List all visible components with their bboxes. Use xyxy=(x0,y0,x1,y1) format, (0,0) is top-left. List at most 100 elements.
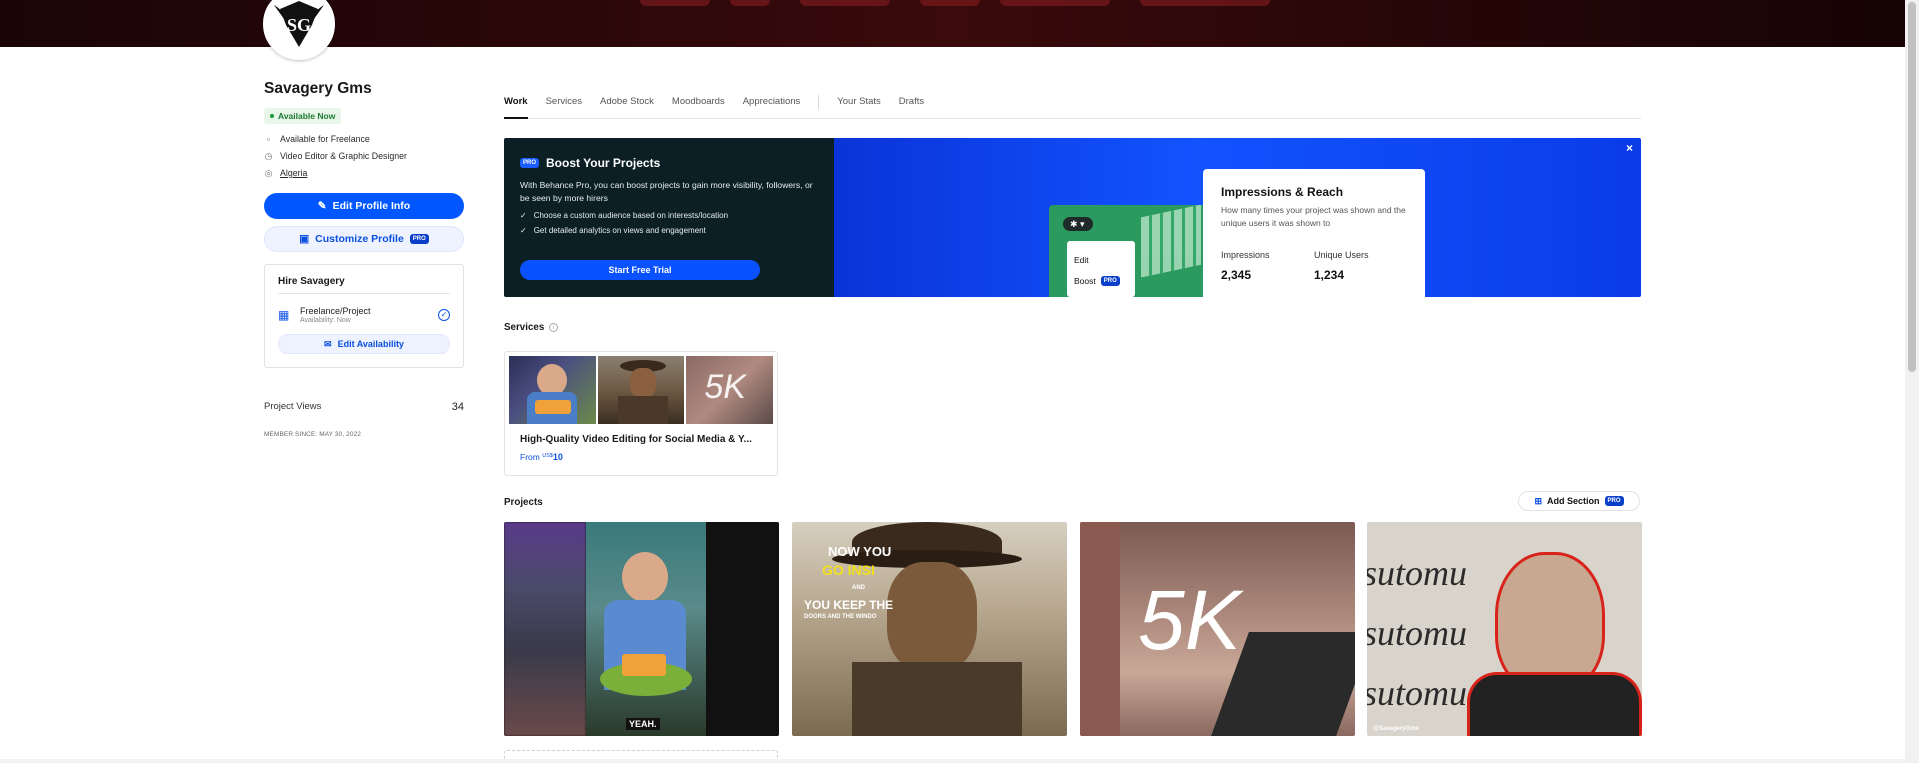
price-currency: US$ xyxy=(542,453,553,459)
edit-availability-button[interactable]: ✉ Edit Availability xyxy=(278,334,450,354)
unique-users-label: Unique Users xyxy=(1314,250,1369,260)
info-icon[interactable]: i xyxy=(549,323,559,332)
check-icon: ✓ xyxy=(520,211,527,220)
location-link[interactable]: Algeria xyxy=(280,168,307,178)
project-views: Project Views 34 xyxy=(264,401,464,413)
promo-check-2: ✓ Get detailed analytics on views and eng… xyxy=(520,226,818,235)
project-4-word-1: sutomu xyxy=(1367,553,1468,593)
price-value: 10 xyxy=(552,452,563,462)
add-section-icon: ⊞ xyxy=(1534,495,1542,506)
impressions-label: Impressions xyxy=(1221,250,1270,260)
edit-profile-label: Edit Profile Info xyxy=(332,200,411,212)
edit-profile-button[interactable]: ✎ Edit Profile Info xyxy=(264,193,464,219)
info-occupation: ◷ Video Editor & Graphic Designer xyxy=(264,151,464,161)
page-scrollbar[interactable] xyxy=(1905,0,1919,763)
check-circle-icon: ✓ xyxy=(438,309,450,321)
project-4-word-3: sutomu xyxy=(1367,673,1468,713)
pro-badge: PRO xyxy=(409,234,429,244)
tab-appreciations[interactable]: Appreciations xyxy=(743,96,801,119)
project-2-line2: GO INSI xyxy=(822,562,875,578)
promo-description: With Behance Pro, you can boost projects… xyxy=(520,180,813,203)
mock-menu-edit: Edit xyxy=(1074,249,1128,270)
tab-work[interactable]: Work xyxy=(504,96,528,119)
services-heading-text: Services xyxy=(504,322,545,333)
profile-sidebar: Savagery Gms Available Now ▫ Available f… xyxy=(264,80,464,438)
project-3-caption: 5K xyxy=(1138,573,1241,667)
status-badge: Available Now xyxy=(264,108,342,124)
logo-icon: SG xyxy=(274,1,324,47)
info-occupation-text: Video Editor & Graphic Designer xyxy=(280,151,407,161)
services-heading: Services i xyxy=(504,322,559,333)
tab-adobe-stock[interactable]: Adobe Stock xyxy=(600,96,654,119)
projects-heading-text: Projects xyxy=(504,497,543,508)
impressions-card: Impressions & Reach How many times your … xyxy=(1203,169,1425,297)
service-thumb-3: 5K xyxy=(686,356,774,424)
project-card-4[interactable]: sutomu sutomu sutomu @SavageryGms xyxy=(1367,522,1642,736)
profile-tabs: Work Services Adobe Stock Moodboards App… xyxy=(504,95,1641,119)
add-section-label: Add Section xyxy=(1547,496,1600,506)
project-1-caption: YEAH. xyxy=(626,718,660,730)
project-2-line1: NOW YOU xyxy=(828,544,892,559)
project-2-line4: YOU KEEP THE xyxy=(804,598,894,612)
start-free-trial-button[interactable]: Start Free Trial xyxy=(520,260,760,280)
promo-title: Boost Your Projects xyxy=(546,156,661,170)
promo-text-panel: PRO Boost Your Projects With Behance Pro… xyxy=(504,138,834,297)
scrollbar-thumb[interactable] xyxy=(1908,2,1916,372)
tab-divider xyxy=(818,95,820,109)
tab-your-stats[interactable]: Your Stats xyxy=(837,96,880,119)
close-icon[interactable]: × xyxy=(1626,141,1633,155)
customize-profile-label: Customize Profile xyxy=(315,233,404,245)
promo-visual-panel: × ✱ ▾ Edit Boost PRO Impressions & Reach … xyxy=(834,138,1641,297)
project-views-label: Project Views xyxy=(264,401,322,412)
tab-moodboards[interactable]: Moodboards xyxy=(672,96,725,119)
service-thumb-1 xyxy=(509,356,596,424)
promo-check-1-text: Choose a custom audience based on intere… xyxy=(533,211,729,220)
project-card-1[interactable]: YEAH. xyxy=(504,522,779,736)
info-freelance-text: Available for Freelance xyxy=(280,134,370,144)
avatar[interactable]: SG xyxy=(263,0,335,60)
project-card-2[interactable]: NOW YOU GO INSI AND YOU KEEP THE DOORS A… xyxy=(792,522,1067,736)
info-location[interactable]: ◎ Algeria xyxy=(264,168,464,178)
mock-grid xyxy=(1141,205,1201,278)
promo-mock-menu: Edit Boost PRO xyxy=(1067,241,1135,297)
gear-icon: ✱ ▾ xyxy=(1063,217,1093,231)
project-2-line3: AND xyxy=(852,585,865,591)
hire-option-freelance[interactable]: ▦ Freelance/Project Availability: Now ✓ xyxy=(278,306,450,324)
impressions-card-desc: How many times your project was shown an… xyxy=(1221,205,1406,228)
mock-menu-boost: Boost PRO xyxy=(1074,270,1128,291)
mock-menu-edit-label: Edit xyxy=(1074,254,1089,265)
project-views-value: 34 xyxy=(451,401,464,413)
status-text: Available Now xyxy=(278,111,336,121)
impressions-card-title: Impressions & Reach xyxy=(1221,185,1344,199)
service-card[interactable]: 5K High-Quality Video Editing for Social… xyxy=(504,351,778,476)
tab-drafts[interactable]: Drafts xyxy=(899,96,924,119)
info-freelance: ▫ Available for Freelance xyxy=(264,134,464,144)
check-icon: ✓ xyxy=(520,226,527,235)
service-title[interactable]: High-Quality Video Editing for Social Me… xyxy=(520,434,773,445)
promo-mock-project: ✱ ▾ Edit Boost PRO xyxy=(1049,205,1209,297)
service-thumb-3-text: 5K xyxy=(704,368,746,406)
pencil-icon: ✎ xyxy=(317,200,327,212)
price-from: From xyxy=(520,452,540,462)
mock-pro-badge: PRO xyxy=(1100,275,1120,286)
unique-users-value: 1,234 xyxy=(1314,268,1345,282)
promo-check-1: ✓ Choose a custom audience based on inter… xyxy=(520,211,818,220)
hire-title: Hire Savagery xyxy=(278,276,450,294)
boost-promo-banner: PRO Boost Your Projects With Behance Pro… xyxy=(504,138,1641,297)
promo-check-2-text: Get detailed analytics on views and enga… xyxy=(533,226,706,235)
mock-menu-boost-label: Boost xyxy=(1074,275,1096,286)
tab-services[interactable]: Services xyxy=(546,96,582,119)
hire-option-title: Freelance/Project xyxy=(300,306,371,316)
customize-profile-button[interactable]: ▣ Customize Profile PRO xyxy=(264,226,464,252)
project-card-3[interactable]: 5K xyxy=(1080,522,1355,736)
member-since: MEMBER SINCE: MAY 30, 2022 xyxy=(264,431,362,438)
promo-pro-badge: PRO xyxy=(520,158,540,168)
clock-icon: ◷ xyxy=(264,150,273,161)
status-dot-icon xyxy=(270,114,274,118)
project-2-line5: DOORS AND THE WINDO xyxy=(804,614,877,620)
edit-availability-label: Edit Availability xyxy=(337,339,404,349)
service-price: From US$10 xyxy=(520,452,773,462)
add-section-button[interactable]: ⊞ Add Section PRO xyxy=(1518,491,1640,511)
impressions-value: 2,345 xyxy=(1221,268,1252,282)
hire-option-subtitle: Availability: Now xyxy=(300,317,351,324)
